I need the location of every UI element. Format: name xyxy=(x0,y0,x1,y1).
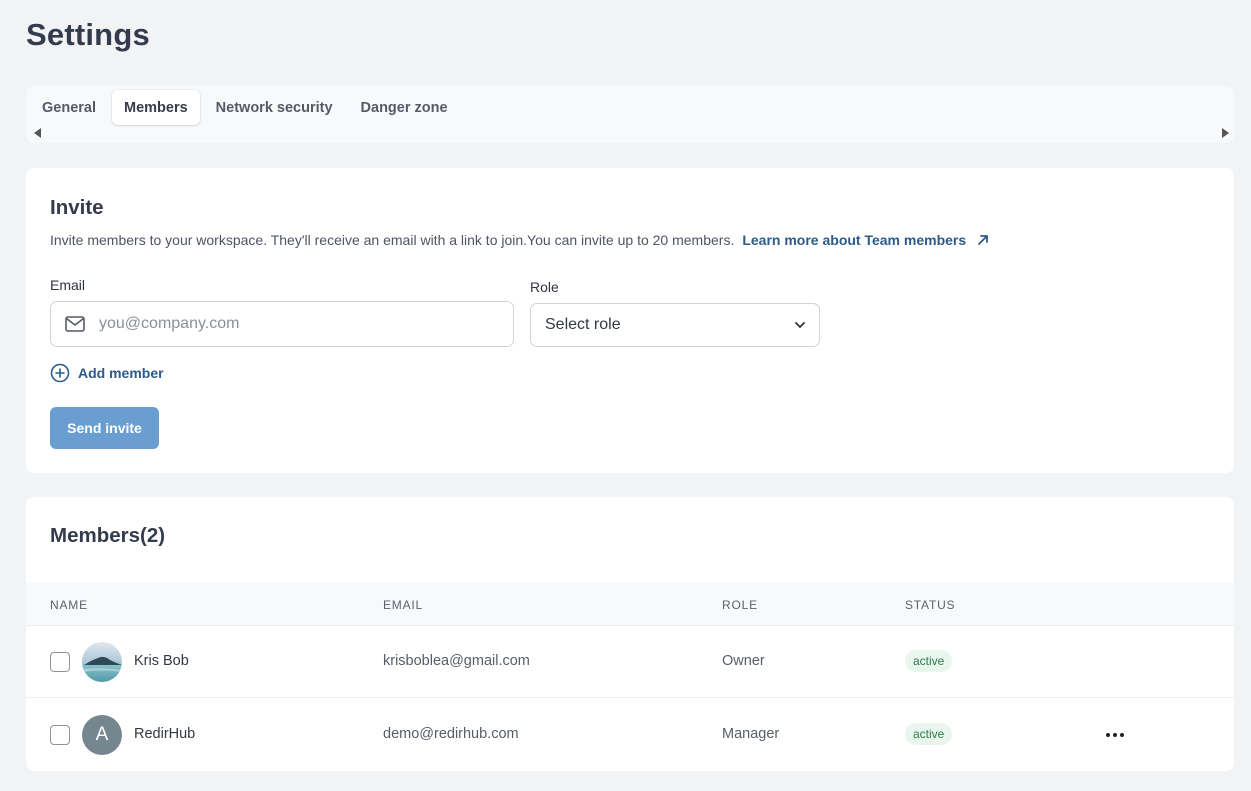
invite-description-text: Invite members to your workspace. They'l… xyxy=(50,232,735,248)
invite-description: Invite members to your workspace. They'l… xyxy=(50,232,990,248)
row-checkbox[interactable] xyxy=(50,652,70,672)
status-badge: active xyxy=(905,650,953,672)
member-email: krisboblea@gmail.com xyxy=(383,653,530,669)
add-member-label: Add member xyxy=(78,365,164,381)
email-label: Email xyxy=(50,277,86,293)
dot xyxy=(1120,733,1124,737)
column-header-status[interactable]: STATUS xyxy=(905,598,955,612)
role-select[interactable]: Select role xyxy=(530,303,820,347)
column-header-email[interactable]: EMAIL xyxy=(383,598,423,612)
tab-general[interactable]: General xyxy=(30,90,108,125)
mail-icon xyxy=(65,316,85,332)
avatar xyxy=(82,642,122,682)
role-label: Role xyxy=(530,279,559,295)
settings-page: Settings General Members Network securit… xyxy=(0,0,1251,791)
table-row: Kris Bob krisboblea@gmail.com Owner acti… xyxy=(26,626,1234,698)
more-horizontal-icon[interactable] xyxy=(1104,725,1126,745)
learn-more-link[interactable]: Learn more about Team members xyxy=(742,232,990,248)
tabs-bar: General Members Network security Danger … xyxy=(26,86,1234,143)
status-badge: active xyxy=(905,723,953,745)
members-title: Members(2) xyxy=(50,524,166,547)
email-field[interactable] xyxy=(50,301,514,347)
tab-danger-zone[interactable]: Danger zone xyxy=(349,90,460,125)
tab-network-security[interactable]: Network security xyxy=(204,90,345,125)
column-header-name[interactable]: NAME xyxy=(50,598,88,612)
email-input[interactable] xyxy=(99,315,499,333)
plus-circle-icon xyxy=(50,363,70,383)
members-card: Members(2) NAME EMAIL ROLE STATUS Kris B… xyxy=(26,497,1234,771)
member-email: demo@redirhub.com xyxy=(383,726,519,742)
scroll-left-arrow-icon[interactable] xyxy=(34,128,41,138)
member-role: Manager xyxy=(722,726,780,742)
column-header-role[interactable]: ROLE xyxy=(722,598,758,612)
add-member-button[interactable]: Add member xyxy=(50,363,164,383)
dot xyxy=(1106,733,1110,737)
member-name: RedirHub xyxy=(134,726,196,742)
table-row: A RedirHub demo@redirhub.com Manager act… xyxy=(26,699,1234,771)
invite-card: Invite Invite members to your workspace.… xyxy=(26,168,1234,473)
tab-list: General Members Network security Danger … xyxy=(30,90,460,125)
landscape-photo-avatar xyxy=(82,642,122,682)
member-role: Owner xyxy=(722,653,765,669)
dot xyxy=(1113,733,1117,737)
avatar: A xyxy=(82,715,122,755)
scroll-right-arrow-icon[interactable] xyxy=(1222,128,1229,138)
role-select-value: Select role xyxy=(545,316,621,333)
arrow-up-right-icon xyxy=(978,235,989,245)
send-invite-button[interactable]: Send invite xyxy=(50,407,159,449)
page-title: Settings xyxy=(26,17,150,52)
invite-title: Invite xyxy=(50,196,104,219)
learn-more-label: Learn more about Team members xyxy=(742,232,967,248)
table-header: NAME EMAIL ROLE STATUS xyxy=(26,583,1234,626)
member-name: Kris Bob xyxy=(134,653,189,669)
tab-members[interactable]: Members xyxy=(112,90,200,125)
chevron-down-icon xyxy=(795,322,805,328)
row-checkbox[interactable] xyxy=(50,725,70,745)
